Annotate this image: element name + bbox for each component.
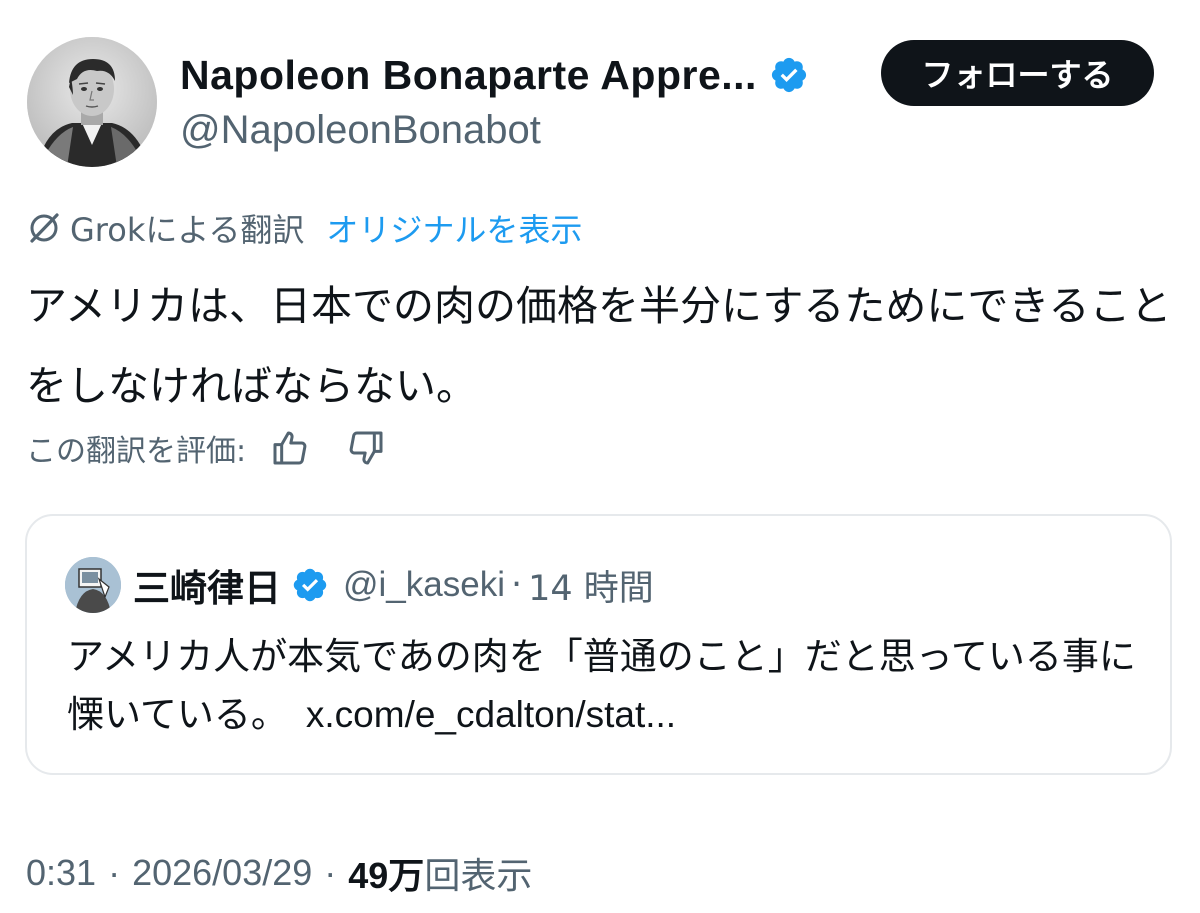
quoted-tweet-text: アメリカ人が本気であの肉を「普通のこと」だと思っている事に慄いている。 x.com… [67, 628, 1147, 744]
tweet-page: Napoleon Bonaparte Appre... @NapoleonBon… [0, 0, 1200, 913]
tweet-text: アメリカは、日本での肉の価格を半分にするためにできることをしなければならない。 [26, 282, 1172, 410]
quoted-tweet-card[interactable]: 三崎律日 @i_kaseki · 14 時間 アメリカ人が本気であの肉を「普通の… [25, 514, 1172, 775]
quoted-author-handle[interactable]: @i_kaseki [343, 565, 505, 605]
author-avatar[interactable] [27, 37, 157, 167]
author-name-row: Napoleon Bonaparte Appre... [180, 48, 809, 102]
verified-badge-icon [291, 566, 329, 604]
views-label: 回表示 [424, 855, 533, 896]
grok-icon [26, 210, 62, 246]
quoted-tweet-link[interactable]: x.com/e_cdalton/stat... [306, 694, 676, 735]
rate-translation-label: この翻訳を評価: [26, 434, 247, 469]
quoted-author-name[interactable]: 三崎律日 [133, 558, 281, 612]
tweet-meta-row: 0:31 · 2026/03/29 · 49万 回表示 [26, 848, 532, 898]
rate-translation-row: この翻訳を評価: [26, 424, 386, 472]
quoted-tweet-time[interactable]: 14 時間 [528, 560, 654, 611]
napoleon-portrait-icon [27, 37, 157, 167]
separator-dot: · [108, 852, 121, 893]
tweet-date[interactable]: 2026/03/29 [132, 852, 312, 894]
quoted-tweet-header: 三崎律日 @i_kaseki · 14 時間 [65, 556, 654, 614]
grok-translation-label: Grokによる翻訳 [70, 211, 305, 249]
verified-badge-icon [769, 55, 809, 95]
show-original-link[interactable]: オリジナルを表示 [326, 205, 582, 251]
separator-dot: · [324, 852, 337, 893]
author-display-name[interactable]: Napoleon Bonaparte Appre... [180, 52, 757, 99]
translation-bar: Grokによる翻訳 オリジナルを表示 [26, 205, 582, 251]
views-count[interactable]: 49万 [348, 847, 424, 899]
quoted-author-avatar[interactable] [65, 557, 121, 613]
separator-dot: · [510, 565, 523, 605]
tweet-time[interactable]: 0:31 [26, 852, 96, 894]
thumbs-up-icon[interactable] [270, 428, 310, 468]
author-handle[interactable]: @NapoleonBonabot [180, 108, 541, 153]
thumbs-down-icon[interactable] [346, 428, 386, 468]
follow-button[interactable]: フォローする [881, 40, 1154, 106]
